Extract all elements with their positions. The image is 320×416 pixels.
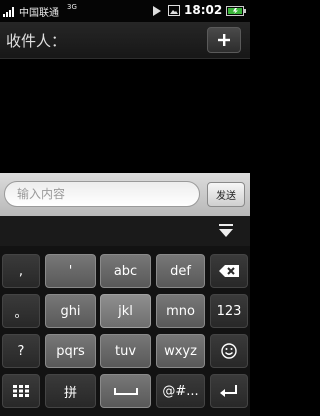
key-tuv[interactable]: tuv <box>100 334 151 368</box>
key-number-mode[interactable]: 123 <box>210 294 248 328</box>
signal-strength-icon <box>3 7 14 17</box>
enter-key[interactable] <box>210 374 248 408</box>
key-question[interactable]: ? <box>2 334 40 368</box>
enter-icon <box>220 385 237 397</box>
key-def[interactable]: def <box>156 254 205 288</box>
add-recipient-button[interactable] <box>207 27 241 53</box>
recipient-label: 收件人： <box>6 32 67 50</box>
key-comma[interactable]: , <box>2 254 40 288</box>
emoji-key[interactable] <box>210 334 248 368</box>
send-button[interactable]: 发送 <box>207 182 245 207</box>
key-pqrs[interactable]: pqrs <box>45 334 96 368</box>
key-jkl[interactable]: jkl <box>100 294 151 328</box>
key-mno[interactable]: mno <box>156 294 205 328</box>
key-apostrophe[interactable]: ' <box>45 254 96 288</box>
keyboard-toolbar <box>0 216 250 246</box>
clock: 18:02 <box>184 3 223 17</box>
key-period[interactable]: 。 <box>2 294 40 328</box>
plus-icon <box>218 34 230 46</box>
key-ghi[interactable]: ghi <box>45 294 96 328</box>
key-symbols[interactable]: @#... <box>156 374 205 408</box>
image-icon <box>168 5 180 16</box>
key-abc[interactable]: abc <box>100 254 151 288</box>
space-icon <box>113 388 138 395</box>
play-icon <box>153 6 161 16</box>
message-input[interactable] <box>4 181 200 207</box>
delete-key[interactable] <box>210 254 248 288</box>
key-pinyin[interactable]: 拼 <box>45 374 96 408</box>
hide-keyboard-icon[interactable] <box>218 222 234 240</box>
battery-icon <box>226 6 246 16</box>
keyboard-grid-icon <box>13 385 29 397</box>
message-thread-area <box>0 59 250 173</box>
keyboard-switch-key[interactable] <box>2 374 40 408</box>
smiley-icon <box>221 343 237 359</box>
carrier-name: 中国联通 <box>19 8 59 19</box>
key-wxyz[interactable]: wxyz <box>156 334 205 368</box>
backspace-icon <box>219 265 239 277</box>
keyboard: , ' abc def 。 ghi jkl mno 123 ? pqrs tuv… <box>0 246 250 416</box>
status-bar: 中国联通 3G 18:02 <box>0 0 250 22</box>
space-key[interactable] <box>100 374 151 408</box>
network-type: 3G <box>67 3 77 11</box>
